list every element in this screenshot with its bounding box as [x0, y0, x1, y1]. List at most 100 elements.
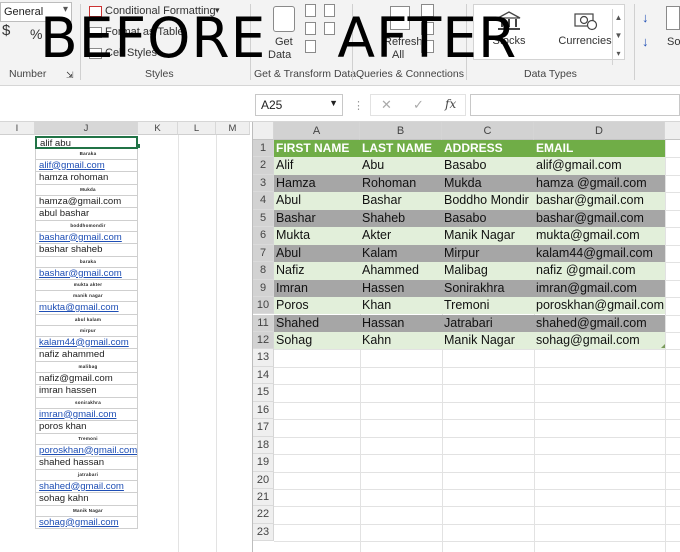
cell-j[interactable]: malibag	[35, 361, 138, 373]
table-cell[interactable]: Mukda	[442, 174, 534, 193]
column-header-d[interactable]: D	[534, 122, 665, 140]
table-header-cell[interactable]: EMAIL	[534, 140, 665, 158]
table-cell[interactable]: Jatrabari	[442, 314, 534, 332]
table-cell[interactable]: Imran	[274, 279, 360, 298]
cell-j[interactable]: nafiz ahammed	[35, 349, 138, 362]
column-header-l[interactable]: L	[178, 122, 216, 135]
table-cell[interactable]: Boddho Mondir	[442, 192, 534, 210]
column-header-j[interactable]: J	[35, 122, 138, 135]
row-header[interactable]: 1	[253, 140, 274, 158]
cell-j[interactable]: imran hassen	[35, 385, 138, 398]
sort-ascending-icon[interactable]: ↓	[642, 10, 649, 25]
table-cell[interactable]: Hassan	[360, 314, 442, 332]
row-header[interactable]: 10	[253, 297, 274, 315]
dialog-launcher-icon[interactable]: ⇲	[66, 70, 74, 81]
cell-j[interactable]: Tremoni	[35, 433, 138, 445]
table-cell[interactable]: Sohag	[274, 331, 360, 350]
row-header[interactable]: 12	[253, 331, 274, 350]
cell-j[interactable]: Mukda	[35, 184, 138, 196]
row-header[interactable]: 2	[253, 157, 274, 175]
table-cell[interactable]: Rohoman	[360, 174, 442, 193]
cell-j[interactable]: sohag@gmail.com	[35, 516, 138, 529]
row-header[interactable]: 8	[253, 262, 274, 280]
more-options-icon[interactable]: ⋮	[353, 99, 364, 112]
cell-j[interactable]: hamza rohoman	[35, 172, 138, 185]
row-header[interactable]: 4	[253, 192, 274, 210]
cell-j[interactable]: Manik Nagar	[35, 505, 138, 517]
cell-j[interactable]: abul kalam	[35, 314, 138, 326]
row-header[interactable]: 5	[253, 209, 274, 228]
table-cell[interactable]: Poros	[274, 297, 360, 315]
cell-j[interactable]: nafiz@gmail.com	[35, 372, 138, 385]
row-header[interactable]: 21	[253, 489, 274, 507]
cell-j[interactable]: boddhomondir	[35, 220, 138, 232]
cell-j[interactable]: hamza@gmail.com	[35, 195, 138, 208]
table-cell[interactable]: bashar@gmail.com	[534, 192, 665, 210]
column-header-a[interactable]: A	[274, 122, 360, 140]
table-cell[interactable]: hamza @gmail.com	[534, 174, 665, 193]
table-cell[interactable]: Abul	[274, 244, 360, 263]
cell-j[interactable]: bashar shaheb	[35, 244, 138, 257]
table-cell[interactable]: poroskhan@gmail.com	[534, 297, 665, 315]
table-cell[interactable]: Shahed	[274, 314, 360, 332]
cell-j[interactable]: mukta@gmail.com	[35, 302, 138, 315]
table-cell[interactable]: Bashar	[274, 209, 360, 228]
select-all-corner[interactable]	[253, 122, 274, 140]
fill-handle[interactable]	[136, 144, 140, 148]
table-cell[interactable]: bashar@gmail.com	[534, 209, 665, 228]
cell-j[interactable]: abul bashar	[35, 208, 138, 221]
cell-j[interactable]: poros khan	[35, 421, 138, 434]
row-header[interactable]: 3	[253, 174, 274, 193]
table-cell[interactable]: Ahammed	[360, 262, 442, 280]
currency-button[interactable]: $	[2, 22, 10, 39]
row-header[interactable]: 23	[253, 523, 274, 542]
table-cell[interactable]: Abu	[360, 157, 442, 175]
column-header-b[interactable]: B	[360, 122, 442, 140]
table-cell[interactable]: Akter	[360, 227, 442, 245]
row-header[interactable]: 14	[253, 366, 274, 385]
cell-j[interactable]: poroskhan@gmail.com	[35, 444, 138, 457]
column-header-i[interactable]: I	[0, 122, 35, 135]
table-cell[interactable]: Abul	[274, 192, 360, 210]
cell-j[interactable]: shahed@gmail.com	[35, 480, 138, 493]
sort-button[interactable]: So	[667, 36, 680, 48]
table-cell[interactable]: nafiz @gmail.com	[534, 262, 665, 280]
row-header[interactable]: 18	[253, 436, 274, 455]
cell-j[interactable]: Baraka	[35, 148, 138, 160]
cell-j[interactable]: imran@gmail.com	[35, 408, 138, 421]
table-cell[interactable]: kalam44@gmail.com	[534, 244, 665, 263]
cell-j[interactable]: alif@gmail.com	[35, 159, 138, 172]
row-header[interactable]: 11	[253, 314, 274, 332]
table-header-cell[interactable]: LAST NAME	[360, 140, 442, 158]
row-header[interactable]: 19	[253, 454, 274, 472]
table-cell[interactable]: Shaheb	[360, 209, 442, 228]
row-header[interactable]: 13	[253, 349, 274, 367]
cell-j[interactable]: shahed hassan	[35, 457, 138, 470]
table-cell[interactable]: Basabo	[442, 209, 534, 228]
cell-j[interactable]: manik nagar	[35, 291, 138, 302]
table-cell[interactable]: Bashar	[360, 192, 442, 210]
column-header-e[interactable]	[665, 122, 680, 140]
column-header-k[interactable]: K	[138, 122, 178, 135]
insert-function-button[interactable]: fx	[445, 97, 456, 111]
cell-j[interactable]: bashar@gmail.com	[35, 231, 138, 244]
column-header-m[interactable]: M	[216, 122, 250, 135]
row-header[interactable]: 20	[253, 471, 274, 489]
table-cell[interactable]: Basabo	[442, 157, 534, 175]
table-cell[interactable]: imran@gmail.com	[534, 279, 665, 298]
table-cell[interactable]: Manik Nagar	[442, 227, 534, 245]
table-cell[interactable]: Tremoni	[442, 297, 534, 315]
table-cell[interactable]: Mirpur	[442, 244, 534, 263]
row-header[interactable]: 9	[253, 279, 274, 298]
row-header[interactable]: 17	[253, 419, 274, 437]
table-cell[interactable]: Mukta	[274, 227, 360, 245]
table-resize-handle[interactable]	[661, 344, 665, 349]
cancel-icon[interactable]: ✕	[381, 97, 392, 113]
table-cell[interactable]: Malibag	[442, 262, 534, 280]
table-cell[interactable]: sohag@gmail.com	[534, 331, 665, 350]
table-cell[interactable]: mukta@gmail.com	[534, 227, 665, 245]
name-box[interactable]: A25 ▼	[255, 94, 343, 116]
cell-j[interactable]: mirpur	[35, 325, 138, 337]
table-header-cell[interactable]: ADDRESS	[442, 140, 534, 158]
sort-descending-icon[interactable]: ↓	[642, 34, 649, 49]
